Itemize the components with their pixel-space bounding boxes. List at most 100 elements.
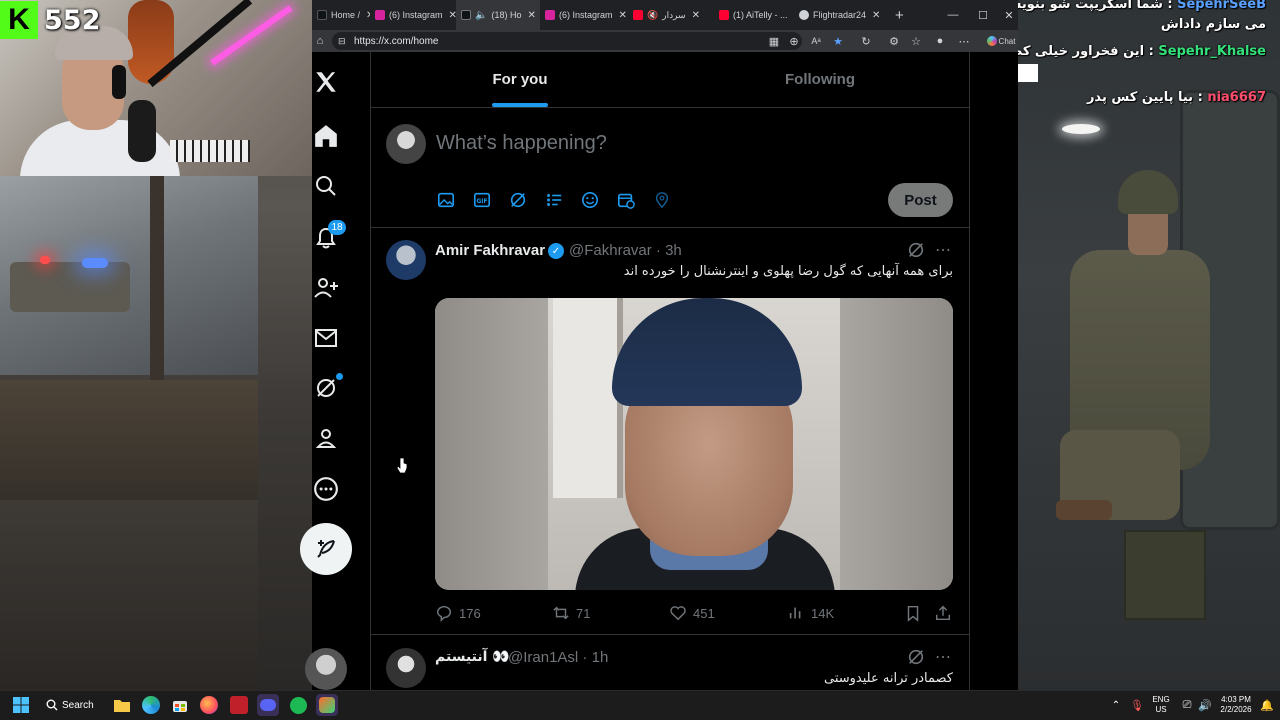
- bookmark-button[interactable]: [904, 604, 922, 622]
- minimize-button[interactable]: —: [938, 0, 968, 30]
- profile-person-icon[interactable]: [312, 424, 340, 452]
- favorite-star-icon[interactable]: ★: [830, 33, 846, 49]
- timeline-tabs: For you Following: [370, 52, 970, 108]
- browser-tab[interactable]: (6) Instagram ✕: [370, 0, 456, 30]
- zoom-icon[interactable]: ⊕: [786, 33, 802, 49]
- composer-avatar[interactable]: [386, 124, 426, 164]
- explore-search-icon[interactable]: [312, 172, 340, 200]
- close-icon[interactable]: ✕: [527, 10, 535, 21]
- close-icon[interactable]: ✕: [449, 10, 456, 21]
- views-action[interactable]: 14K: [787, 604, 834, 622]
- extensions-icon[interactable]: ⚙: [886, 33, 902, 49]
- account-avatar[interactable]: [305, 648, 347, 690]
- compose-post-button[interactable]: [300, 523, 352, 575]
- notification-center-icon[interactable]: 🔔: [1256, 694, 1278, 716]
- tweet-author-avatar[interactable]: [386, 648, 426, 688]
- tweet-author-handle[interactable]: @Iran1Asl · 1h: [508, 649, 608, 666]
- scene-police-light-red: [40, 256, 50, 264]
- spotify-icon[interactable]: [287, 694, 309, 716]
- more-options-icon[interactable]: ⋯: [935, 647, 951, 667]
- tweet-video[interactable]: [435, 298, 953, 590]
- new-tab-button[interactable]: +: [890, 0, 914, 30]
- tab-label: (1) AiTelly - ...: [733, 10, 788, 20]
- firefox-icon[interactable]: [198, 694, 220, 716]
- tab-label: (6) Instagram: [559, 10, 613, 20]
- messages-envelope-icon[interactable]: [312, 324, 340, 352]
- grok-unread-dot: [336, 373, 343, 380]
- tab-label: (6) Instagram: [389, 10, 443, 20]
- close-icon[interactable]: ✕: [619, 10, 627, 21]
- browser-tab[interactable]: (6) Instagram ✕: [540, 0, 628, 30]
- search-icon: [46, 699, 58, 711]
- tweet-author-avatar[interactable]: [386, 240, 426, 280]
- share-button[interactable]: [934, 604, 952, 622]
- follow-people-icon[interactable]: [312, 274, 340, 302]
- read-aloud-icon[interactable]: Aᵃ: [808, 33, 824, 49]
- browser-tab[interactable]: Flightradar24 ✕: [794, 0, 890, 30]
- mute-icon[interactable]: 🔇: [647, 10, 658, 21]
- streaming-app-icon[interactable]: [316, 694, 338, 716]
- browser-tab-active[interactable]: 🔈 (18) Ho ✕: [456, 0, 540, 30]
- home-nav-icon[interactable]: ⌂: [312, 33, 328, 49]
- game-app-icon[interactable]: [228, 694, 250, 716]
- x-favicon-icon: [461, 10, 471, 20]
- favorites-icon[interactable]: ☆: [908, 33, 924, 49]
- whats-happening-input[interactable]: What’s happening?: [436, 132, 607, 155]
- chat-message: nia6667 : بیا پایین کس پدر: [1086, 90, 1266, 105]
- more-menu-icon[interactable]: ⋯: [956, 33, 972, 49]
- tab-for-you[interactable]: For you: [370, 52, 670, 107]
- file-explorer-icon[interactable]: [111, 694, 133, 716]
- bookmark-icon: [907, 605, 919, 622]
- scene-police-light-blue: [82, 258, 108, 268]
- tweet-author-name[interactable]: Amir Fakhravar: [435, 242, 545, 259]
- split-screen-icon[interactable]: ▦: [766, 33, 782, 49]
- language-indicator[interactable]: ENG US: [1150, 695, 1172, 715]
- chat-text: می سازم داداش: [1160, 17, 1266, 32]
- profile-icon[interactable]: ●: [932, 33, 948, 49]
- site-info-icon[interactable]: ⊟: [338, 36, 346, 47]
- x-favicon-icon: [317, 10, 327, 20]
- scene-desk: [0, 380, 258, 500]
- close-icon[interactable]: ✕: [872, 10, 880, 21]
- schedule-icon[interactable]: [616, 190, 636, 210]
- taskbar-search[interactable]: Search: [46, 694, 108, 716]
- audio-icon[interactable]: 🔈: [475, 10, 487, 21]
- copilot-chat-button[interactable]: Chat: [984, 33, 1018, 49]
- microphone-icon[interactable]: 🎙: [1126, 694, 1148, 716]
- tab-following[interactable]: Following: [670, 52, 970, 107]
- browser-tab[interactable]: 🔇 سردار ✕: [628, 0, 714, 30]
- poll-list-icon[interactable]: [544, 190, 564, 210]
- repost-action[interactable]: 71: [552, 604, 590, 622]
- grok-tool-icon[interactable]: [508, 190, 528, 210]
- like-action[interactable]: 451: [669, 604, 715, 622]
- home-icon[interactable]: [312, 122, 340, 150]
- grok-explain-icon[interactable]: [907, 241, 925, 264]
- browser-tab[interactable]: (1) AiTelly - ... ✕: [714, 0, 794, 30]
- close-window-button[interactable]: ✕: [994, 0, 1018, 30]
- x-logo-icon[interactable]: [312, 68, 340, 96]
- edge-browser-icon[interactable]: [140, 694, 162, 716]
- reply-action[interactable]: 176: [435, 604, 481, 622]
- more-circle-icon[interactable]: [312, 475, 340, 503]
- close-icon[interactable]: ✕: [692, 10, 700, 21]
- chat-username: nia6667: [1207, 90, 1266, 105]
- windows-start-icon[interactable]: [10, 694, 32, 716]
- volume-icon[interactable]: 🔊: [1194, 694, 1216, 716]
- show-hidden-icons-chevron-icon[interactable]: ⌃: [1105, 694, 1127, 716]
- gif-icon[interactable]: GIF: [472, 190, 492, 210]
- refresh-icon[interactable]: ↻: [858, 33, 874, 49]
- tweet-author-handle[interactable]: @Fakhravar · 3h: [569, 242, 682, 259]
- chat-username: SepehrSeeB: [1177, 0, 1266, 12]
- clock[interactable]: 4:03 PM 2/2/2026: [1214, 695, 1258, 715]
- url-field[interactable]: ⊟ https://x.com/home: [332, 32, 802, 50]
- more-options-icon[interactable]: ⋯: [935, 240, 951, 260]
- grok-explain-icon[interactable]: [907, 648, 925, 671]
- location-icon[interactable]: [652, 190, 672, 210]
- media-image-icon[interactable]: [436, 190, 456, 210]
- emoji-icon[interactable]: [580, 190, 600, 210]
- tweet-author-name[interactable]: آنتیستم 👀: [435, 649, 510, 665]
- store-icon[interactable]: [169, 694, 191, 716]
- browser-tab[interactable]: Home / ✕: [312, 0, 370, 30]
- post-button[interactable]: Post: [888, 183, 953, 217]
- discord-icon[interactable]: [257, 694, 279, 716]
